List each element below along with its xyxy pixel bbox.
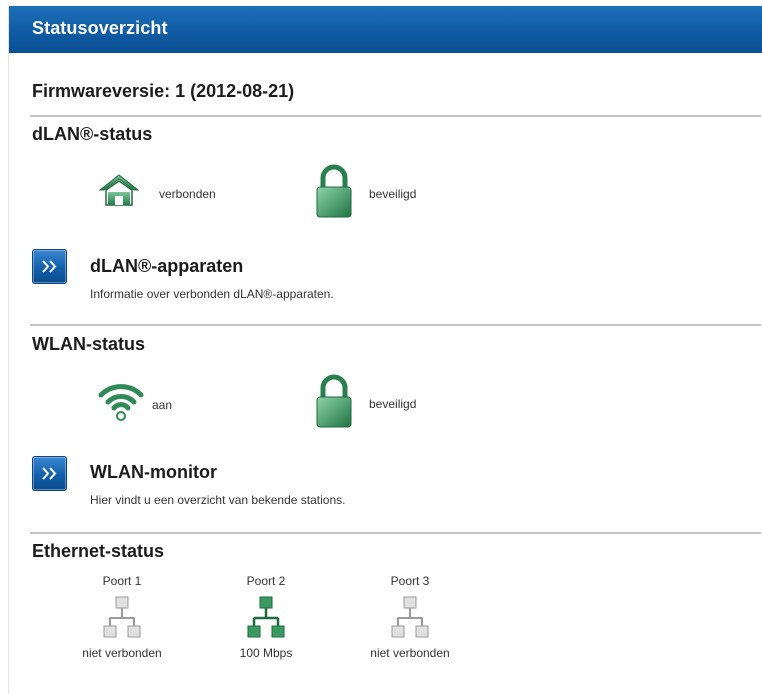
status-panel: Statusoverzicht Firmwareversie: 1 (2012-…: [8, 6, 762, 694]
dlan-devices-description: Informatie over verbonden dLAN®-apparate…: [90, 287, 334, 301]
port-status: niet verbonden: [82, 646, 162, 660]
ethernet-port-3: Poort 3 niet verbonden: [355, 574, 465, 660]
firmware-version: Firmwareversie: 1 (2012-08-21): [32, 81, 295, 101]
wlan-monitor-description: Hier vindt u een overzicht van bekende s…: [90, 493, 346, 507]
ethernet-status-title: Ethernet-status: [32, 541, 165, 561]
wifi-icon: [98, 384, 144, 421]
dlan-status-title: dLAN®-status: [32, 124, 153, 144]
port-name: Poort 3: [390, 574, 430, 588]
port-name: Poort 1: [102, 574, 142, 588]
wlan-status-title: WLAN-status: [32, 334, 145, 354]
wlan-monitor-title[interactable]: WLAN-monitor: [90, 462, 217, 483]
panel-header: Statusoverzicht: [9, 6, 762, 53]
lock-icon: [316, 374, 352, 428]
lock-icon: [316, 164, 352, 218]
network-port-icon: [391, 596, 429, 638]
wlan-security-label: beveiligd: [369, 397, 417, 411]
network-port-icon: [247, 596, 285, 638]
port-name: Poort 2: [246, 574, 286, 588]
wlan-monitor-button[interactable]: [32, 456, 67, 491]
wlan-radio-status: aan: [97, 381, 257, 431]
wlan-security-status: beveiligd: [314, 374, 474, 428]
dlan-devices-button[interactable]: [32, 249, 67, 284]
port-status: 100 Mbps: [239, 646, 293, 660]
panel-title: Statusoverzicht: [32, 18, 168, 38]
dlan-devices-title[interactable]: dLAN®-apparaten: [90, 256, 243, 277]
divider: [30, 324, 761, 326]
dlan-security-label: beveiligd: [369, 187, 417, 201]
divider: [30, 532, 761, 534]
chevron-double-right-icon: [42, 260, 57, 273]
wlan-radio-label: aan: [152, 398, 173, 412]
dlan-connection-status: verbonden: [97, 171, 257, 221]
home-icon: [98, 174, 140, 206]
dlan-security-status: beveiligd: [314, 164, 474, 218]
dlan-connection-label: verbonden: [159, 187, 216, 201]
ethernet-port-2: Poort 2 100 Mbps: [211, 574, 321, 660]
port-status: niet verbonden: [370, 646, 450, 660]
chevron-double-right-icon: [42, 467, 57, 480]
network-port-icon: [103, 596, 141, 638]
ethernet-port-1: Poort 1 niet verbonden: [67, 574, 177, 660]
divider: [30, 115, 761, 117]
